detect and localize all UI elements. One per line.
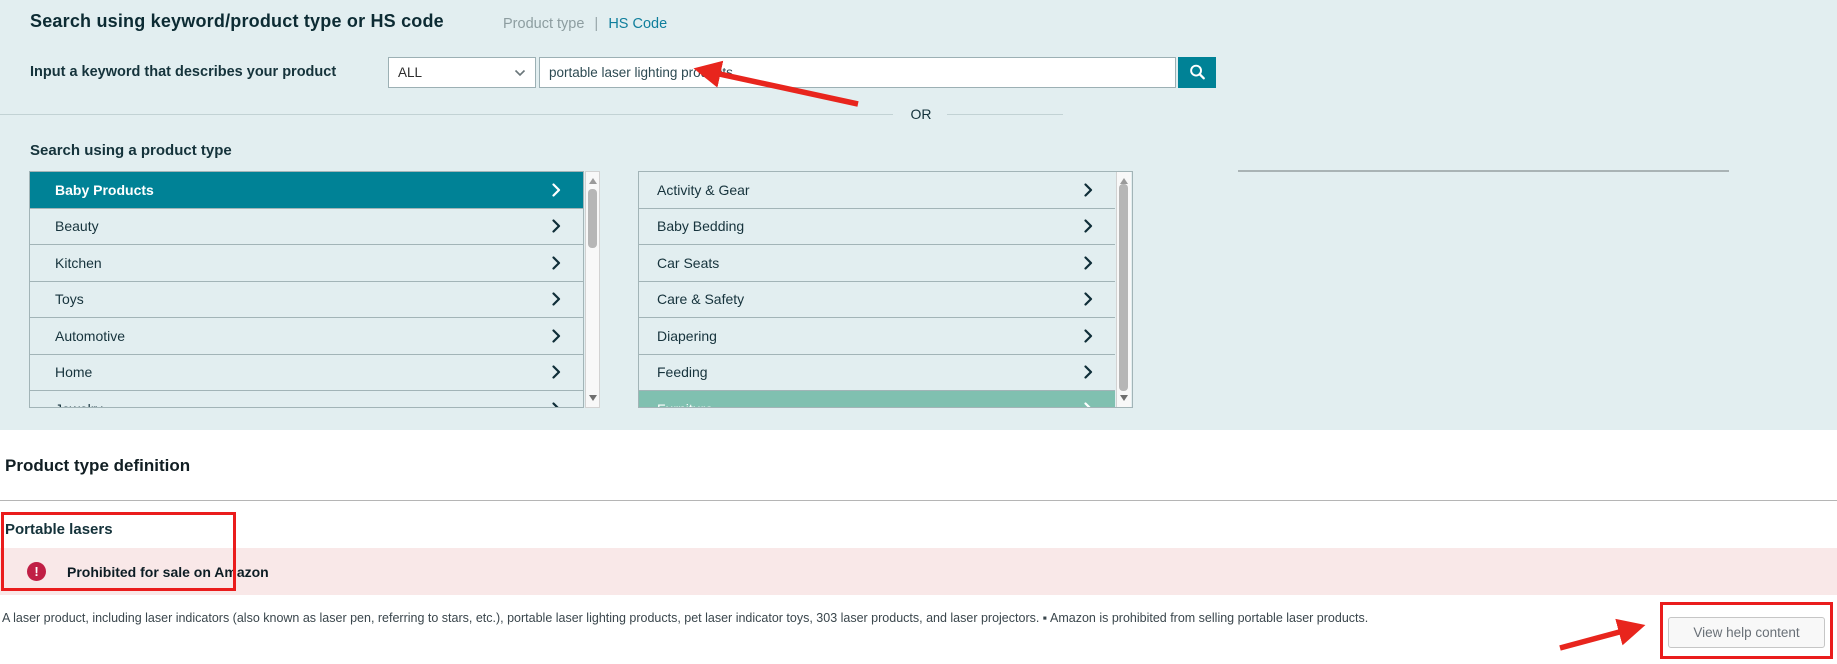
category-dropdown-value: ALL [398, 65, 422, 80]
list-item-care-safety[interactable]: Care & Safety [639, 282, 1115, 319]
chevron-right-icon [1084, 365, 1093, 379]
list-item-label: Furniture [657, 401, 713, 408]
list-item-label: Baby Products [55, 182, 154, 198]
chevron-right-icon [552, 219, 561, 233]
scroll-up-icon[interactable] [589, 178, 597, 184]
list-item-label: Feeding [657, 364, 708, 380]
tab-hs-code[interactable]: HS Code [608, 16, 667, 32]
list-item-label: Activity & Gear [657, 182, 750, 198]
scroll-down-icon[interactable] [589, 395, 597, 401]
list-item-home[interactable]: Home [30, 355, 583, 392]
tab-divider: | [594, 15, 598, 32]
search-icon [1188, 63, 1207, 82]
tab-product-type[interactable]: Product type [503, 16, 584, 32]
list-item-label: Beauty [55, 218, 99, 234]
subcategory-list-scrollbar[interactable] [1116, 172, 1131, 407]
chevron-down-icon [514, 69, 526, 77]
keyword-search-label: Input a keyword that describes your prod… [30, 64, 336, 80]
chevron-right-icon [1084, 219, 1093, 233]
list-item-label: Care & Safety [657, 291, 744, 307]
chevron-right-icon [552, 402, 561, 408]
list-item-jewelry[interactable]: Jewelry [30, 391, 583, 408]
keyword-input[interactable] [539, 57, 1176, 88]
chevron-right-icon [1084, 256, 1093, 270]
page: Search using keyword/product type or HS … [0, 0, 1837, 664]
view-help-content-button[interactable]: View help content [1668, 617, 1825, 648]
category-dropdown[interactable]: ALL [388, 57, 536, 88]
chevron-right-icon [1084, 402, 1093, 408]
list-item-activity-gear[interactable]: Activity & Gear [639, 172, 1115, 209]
scrollbar-thumb[interactable] [588, 189, 597, 248]
product-name: Portable lasers [5, 521, 113, 538]
list-item-label: Car Seats [657, 255, 719, 271]
list-item-toys[interactable]: Toys [30, 282, 583, 319]
list-item-baby-bedding[interactable]: Baby Bedding [639, 209, 1115, 246]
list-item-kitchen[interactable]: Kitchen [30, 245, 583, 282]
chevron-right-icon [1084, 292, 1093, 306]
chevron-right-icon [552, 183, 561, 197]
category-list-scrollbar[interactable] [585, 171, 600, 408]
list-item-label: Automotive [55, 328, 125, 344]
category-list: Baby Products Beauty Kitchen Toys Automotive… [29, 171, 584, 408]
prohibited-badge-label: Prohibited for sale on Amazon [67, 564, 269, 580]
chevron-right-icon [552, 256, 561, 270]
or-divider-line [0, 114, 893, 115]
subtype-list-placeholder-line [1238, 170, 1729, 172]
exclamation-circle-icon: ! [27, 562, 46, 581]
or-divider-line [947, 114, 1063, 115]
list-item-label: Diapering [657, 328, 717, 344]
list-item-beauty[interactable]: Beauty [30, 209, 583, 246]
list-item-label: Toys [55, 291, 84, 307]
chevron-right-icon [1084, 329, 1093, 343]
list-item-diapering[interactable]: Diapering [639, 318, 1115, 355]
list-item-label: Kitchen [55, 255, 102, 271]
list-item-baby-products[interactable]: Baby Products [30, 172, 583, 209]
prohibited-banner [0, 548, 1837, 595]
chevron-right-icon [552, 365, 561, 379]
list-item-label: Baby Bedding [657, 218, 744, 234]
chevron-right-icon [1084, 183, 1093, 197]
product-definition-text: A laser product, including laser indicat… [2, 611, 1702, 625]
list-item-car-seats[interactable]: Car Seats [639, 245, 1115, 282]
view-switcher: Product type | HS Code [503, 15, 667, 32]
list-item-label: Home [55, 364, 92, 380]
chevron-right-icon [552, 292, 561, 306]
page-title: Search using keyword/product type or HS … [30, 11, 444, 32]
product-type-heading: Search using a product type [30, 142, 232, 159]
definition-heading: Product type definition [5, 456, 190, 476]
chevron-right-icon [552, 329, 561, 343]
list-item-automotive[interactable]: Automotive [30, 318, 583, 355]
list-item-furniture[interactable]: Furniture [639, 391, 1115, 408]
list-item-feeding[interactable]: Feeding [639, 355, 1115, 392]
list-item-label: Jewelry [55, 401, 102, 408]
or-label: OR [899, 106, 943, 122]
search-button[interactable] [1178, 57, 1216, 88]
section-divider [0, 500, 1837, 501]
subcategory-list: Activity & Gear Baby Bedding Car Seats Care… [638, 171, 1133, 408]
scroll-down-icon[interactable] [1120, 395, 1128, 401]
scrollbar-thumb[interactable] [1119, 184, 1128, 391]
